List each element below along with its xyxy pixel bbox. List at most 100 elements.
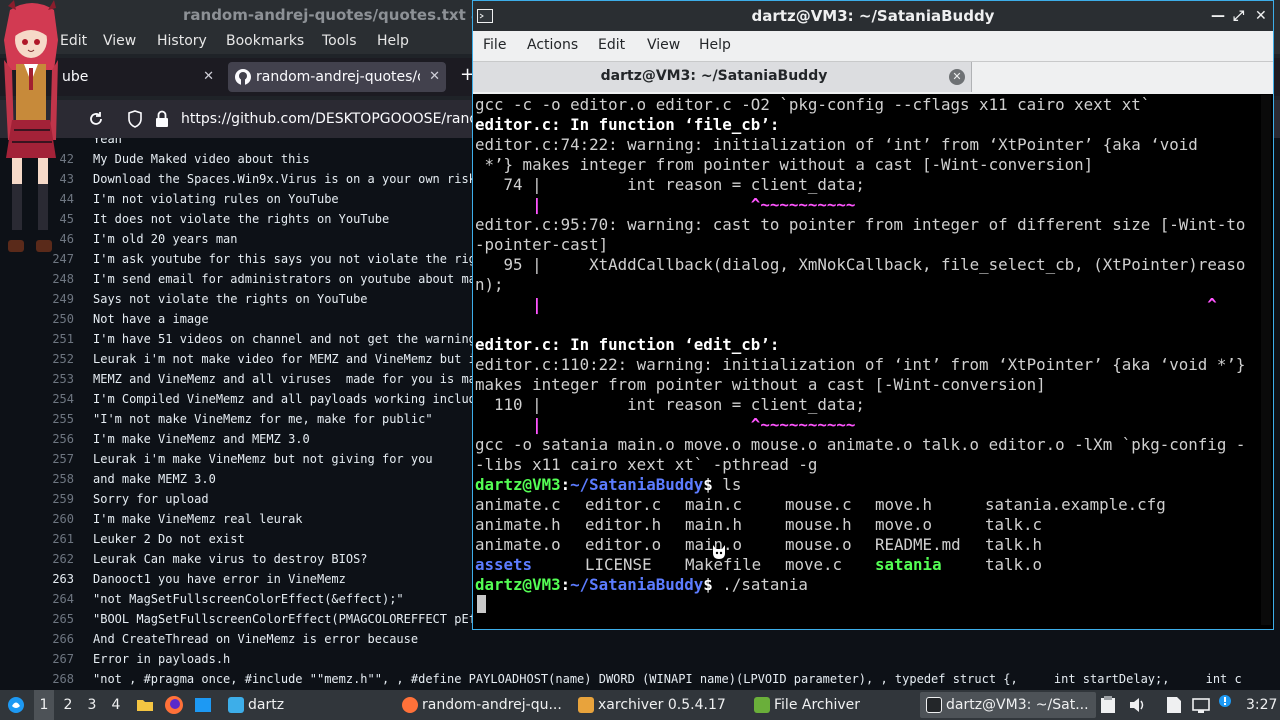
line-number[interactable]: 256 xyxy=(0,429,74,449)
line-text: I'm send email for administrators on you… xyxy=(93,272,476,286)
tab-close-icon[interactable]: ✕ xyxy=(949,69,965,85)
terminal-window[interactable]: dartz@VM3: ~/SataniaBuddy — ⤢ ✕ File Act… xyxy=(472,0,1274,630)
line-number[interactable]: 262 xyxy=(0,549,74,569)
line-number[interactable]: 264 xyxy=(0,589,74,609)
tab-youtube[interactable]: ube ✕ xyxy=(40,62,220,92)
menu-history[interactable]: History xyxy=(157,33,207,49)
url-bar[interactable]: https://github.com/DESKTOPGOOOSE/rand xyxy=(181,104,521,134)
task-firefox[interactable]: random-andrej-qu... xyxy=(396,692,568,718)
line-number[interactable]: 253 xyxy=(0,369,74,389)
terminal-output[interactable]: gcc -c -o editor.o editor.c -O2 `pkg-con… xyxy=(475,95,1247,625)
reload-icon[interactable] xyxy=(88,111,104,127)
line-number[interactable]: 266 xyxy=(0,629,74,649)
line-number[interactable]: 249 xyxy=(0,289,74,309)
file-entry: move.o xyxy=(875,515,933,534)
task-terminal[interactable]: dartz@VM3: ~/Sat... xyxy=(920,692,1096,718)
menu-tools[interactable]: Tools xyxy=(322,33,357,49)
menu-file[interactable]: File xyxy=(483,37,506,53)
desktop-1[interactable]: 1 xyxy=(34,690,54,720)
lock-icon[interactable] xyxy=(155,110,169,128)
firefox-icon[interactable] xyxy=(164,695,184,715)
line-text: I'm make VineMemz and MEMZ 3.0 xyxy=(93,432,310,446)
desktop-4[interactable]: 4 xyxy=(106,690,126,720)
shell-prompt: dartz@VM3:~/SataniaBuddy$ ./satania xyxy=(475,575,808,595)
line-text: I'm not violating rules on YouTube xyxy=(93,192,339,206)
file-entry: LICENSE xyxy=(585,555,652,574)
line-number[interactable]: 261 xyxy=(0,529,74,549)
satania-mascot[interactable] xyxy=(0,0,64,256)
terminal-titlebar[interactable]: dartz@VM3: ~/SataniaBuddy — ⤢ ✕ xyxy=(473,1,1273,31)
line-number[interactable]: 263 xyxy=(0,569,74,589)
prompt-symbol: $ xyxy=(703,475,713,494)
line-number[interactable]: 248 xyxy=(0,269,74,289)
terminal-tab-label: dartz@VM3: ~/SataniaBuddy xyxy=(600,68,828,84)
close-button[interactable]: ✕ xyxy=(1255,1,1267,31)
task-xarchiver[interactable]: xarchiver 0.5.4.17 xyxy=(572,692,744,718)
file-entry: satania.example.cfg xyxy=(985,495,1166,514)
network-icon[interactable] xyxy=(1192,696,1210,714)
app-launcher-icon[interactable] xyxy=(7,696,25,714)
line-text: "not , #pragma once, #include ""memz.h""… xyxy=(93,672,1242,686)
menu-edit[interactable]: Edit xyxy=(60,33,87,49)
task-label: File Archiver xyxy=(774,697,861,713)
desktop-2[interactable]: 2 xyxy=(58,690,78,720)
terminal-line: 74 | int reason = client_data; xyxy=(475,175,865,194)
line-number[interactable]: 267 xyxy=(0,649,74,669)
clipboard-icon[interactable] xyxy=(1100,696,1116,714)
terminal-line: 110 | int reason = client_data; xyxy=(475,395,865,414)
shell-command: ./satania xyxy=(712,575,808,594)
line-number[interactable]: 259 xyxy=(0,489,74,509)
line-number[interactable]: 252 xyxy=(0,349,74,369)
tab-close-button[interactable]: ✕ xyxy=(203,62,214,92)
volume-icon[interactable] xyxy=(1128,696,1146,714)
line-text: Not have a image xyxy=(93,312,209,326)
shield-icon[interactable] xyxy=(127,110,143,128)
line-number[interactable]: 257 xyxy=(0,449,74,469)
terminal-tab[interactable]: dartz@VM3: ~/SataniaBuddy ✕ xyxy=(473,62,972,92)
terminal-icon[interactable] xyxy=(477,8,493,24)
line-number[interactable]: 255 xyxy=(0,409,74,429)
line-text: Leurak i'm not make video for MEMZ and V… xyxy=(93,352,476,366)
notes-icon[interactable] xyxy=(1166,696,1182,714)
prompt-path: ~/SataniaBuddy xyxy=(570,475,704,494)
task-label: dartz xyxy=(248,697,285,713)
line-number[interactable]: 265 xyxy=(0,609,74,629)
file-manager-icon[interactable] xyxy=(136,696,154,714)
code-line: 266 And CreateThread on VineMemz is error… xyxy=(0,629,1280,649)
desktop-icon[interactable] xyxy=(194,696,212,714)
line-number[interactable]: 268 xyxy=(0,669,74,689)
tab-label: ube xyxy=(62,69,89,85)
tab-github[interactable]: random-andrej-quotes/qu ✕ xyxy=(228,62,446,92)
line-text: Sorry for upload xyxy=(93,492,209,506)
desktop-3[interactable]: 3 xyxy=(82,690,102,720)
file-entry: animate.c xyxy=(475,495,561,514)
github-icon xyxy=(235,69,251,85)
terminal-line: editor.c:95:70: warning: cast to pointer… xyxy=(475,215,1246,254)
terminal-scrollbar[interactable] xyxy=(1261,95,1271,625)
line-number[interactable]: 260 xyxy=(0,509,74,529)
minimize-button[interactable]: — xyxy=(1211,1,1225,31)
terminal-tabbar: dartz@VM3: ~/SataniaBuddy ✕ xyxy=(473,61,1273,94)
menu-actions[interactable]: Actions xyxy=(527,37,578,53)
file-entry: talk.c xyxy=(985,515,1043,534)
menu-help[interactable]: Help xyxy=(699,37,731,53)
line-text: I'm make VineMemz real leurak xyxy=(93,512,303,526)
line-number[interactable]: 254 xyxy=(0,389,74,409)
menu-help[interactable]: Help xyxy=(377,33,409,49)
line-number[interactable]: 250 xyxy=(0,309,74,329)
clock[interactable]: 3:27 xyxy=(1246,690,1277,720)
task-file-archiver[interactable]: File Archiver xyxy=(748,692,916,718)
updates-icon[interactable] xyxy=(1218,694,1232,708)
prompt-symbol: $ xyxy=(703,575,713,594)
line-number[interactable]: 251 xyxy=(0,329,74,349)
tab-close-button[interactable]: ✕ xyxy=(429,62,440,92)
task-folder[interactable]: dartz xyxy=(222,692,292,718)
menu-view[interactable]: View xyxy=(647,37,680,53)
menu-edit[interactable]: Edit xyxy=(598,37,625,53)
menu-bookmarks[interactable]: Bookmarks xyxy=(226,33,304,49)
menu-view[interactable]: View xyxy=(103,33,136,49)
file-entry: main.h xyxy=(685,515,743,534)
maximize-button[interactable]: ⤢ xyxy=(1233,1,1244,31)
terminal-line: 95 | XtAddCallback(dialog, XmNokCallback… xyxy=(475,255,1246,294)
line-number[interactable]: 258 xyxy=(0,469,74,489)
